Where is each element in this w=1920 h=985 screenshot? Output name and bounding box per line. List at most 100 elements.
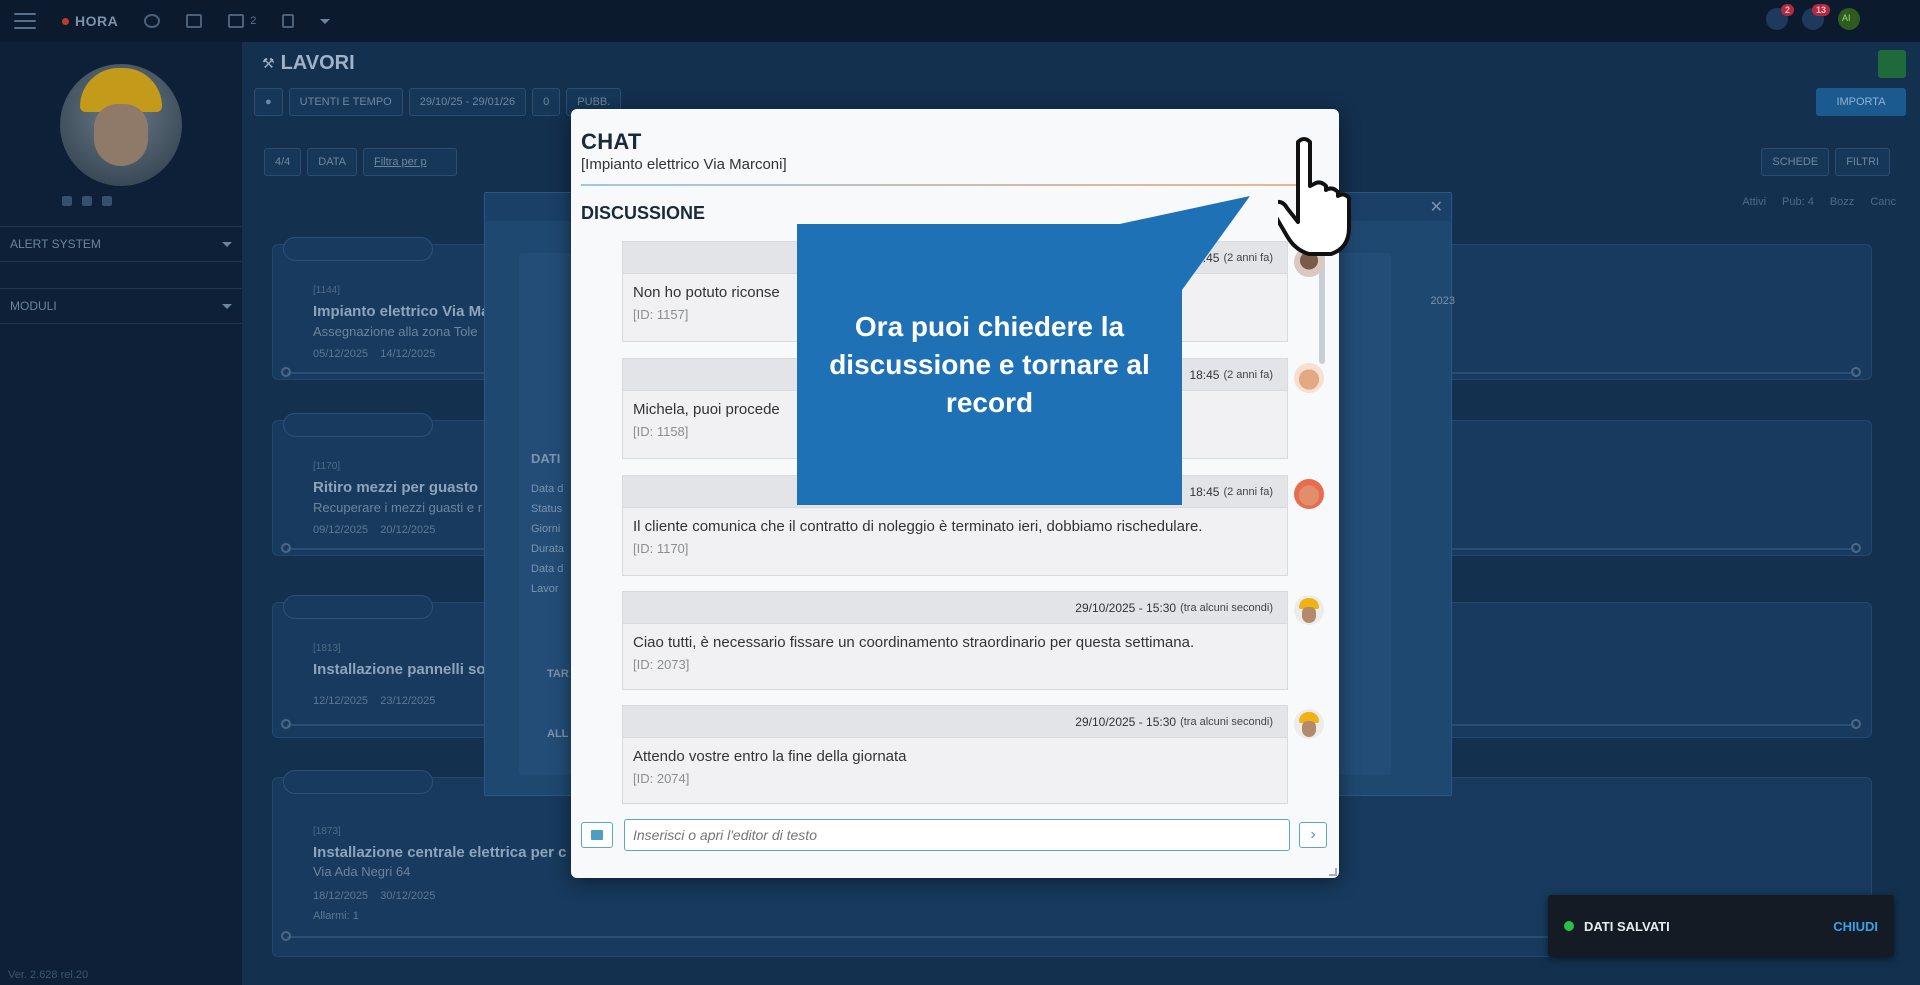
card-action-icons[interactable] bbox=[283, 595, 433, 619]
toast-message: DATI SALVATI bbox=[1584, 918, 1670, 934]
job-dates: 09/12/2025 20/12/2025 bbox=[313, 524, 435, 536]
notification-button[interactable]: 2 bbox=[1766, 4, 1794, 30]
archive-button[interactable]: 2 bbox=[228, 14, 256, 28]
chat-input[interactable] bbox=[624, 819, 1290, 851]
page-title: ⚒ LAVORI bbox=[262, 52, 355, 75]
status-filter-deleted[interactable]: Canc bbox=[1870, 196, 1896, 208]
job-subtitle: Assegnazione alla zona Tole bbox=[313, 324, 478, 339]
status-filter-draft[interactable]: Bozz bbox=[1830, 196, 1854, 208]
job-dates: 12/12/2025 23/12/2025 bbox=[313, 695, 435, 707]
cards-view-button[interactable]: SCHEDE bbox=[1761, 148, 1830, 176]
field-label: Data d bbox=[531, 563, 564, 575]
count-button[interactable]: 0 bbox=[532, 88, 561, 116]
ai-button[interactable]: AI bbox=[1838, 8, 1860, 30]
toolbar: ● UTENTI E TEMPO 29/10/25 - 29/01/26 0 P… bbox=[254, 88, 622, 116]
document-button[interactable] bbox=[282, 14, 295, 28]
card-action-icons[interactable] bbox=[283, 413, 433, 437]
field-label: Giorni bbox=[531, 523, 561, 535]
chat-message: 29/10/2025 - 15:30 (tra alcuni secondi) C… bbox=[622, 591, 1288, 690]
status-filter-strip: Attivi Pub: 4 Bozz Canc bbox=[1742, 196, 1896, 208]
message-id: [ID: 2073] bbox=[633, 657, 690, 672]
status-filter-pub[interactable]: Pub: 4 bbox=[1782, 196, 1814, 208]
messages-button[interactable]: 13 bbox=[1802, 4, 1830, 30]
job-title: Installazione centrale elettrica per c bbox=[313, 844, 567, 861]
settings-icon[interactable] bbox=[102, 196, 112, 206]
briefcase-icon bbox=[186, 14, 203, 28]
job-subtitle: Recuperare i mezzi guasti e r bbox=[313, 500, 483, 515]
face-shape bbox=[1302, 607, 1316, 623]
archive-count: 2 bbox=[250, 15, 257, 27]
success-dot-icon bbox=[1564, 921, 1574, 931]
card-action-icons[interactable] bbox=[283, 770, 433, 794]
sort-date-button[interactable]: DATA bbox=[307, 148, 358, 176]
home-icon[interactable] bbox=[62, 196, 72, 206]
tutorial-callout: Ora puoi chiedere la discussione e torna… bbox=[797, 224, 1182, 505]
add-button[interactable] bbox=[1878, 50, 1906, 78]
import-button[interactable]: IMPORTA bbox=[1816, 88, 1906, 116]
timeline-start-marker bbox=[281, 931, 291, 941]
chat-composer: › bbox=[581, 819, 1327, 851]
status-filter-active[interactable]: Attivi bbox=[1742, 196, 1766, 208]
user-icon[interactable] bbox=[82, 196, 92, 206]
timeline-end-marker bbox=[1851, 719, 1861, 729]
page-count-button[interactable]: 4/4 bbox=[264, 148, 302, 176]
timeline-start-marker bbox=[281, 367, 291, 377]
timeline-end-marker bbox=[1851, 367, 1861, 377]
timeline-start-marker bbox=[281, 543, 291, 553]
chat-record-name: [Impianto elettrico Via Marconi] bbox=[581, 156, 787, 173]
group-button[interactable]: ● bbox=[254, 88, 283, 116]
sender-avatar bbox=[1294, 363, 1324, 393]
chat-header: CHAT [Impianto elettrico Via Marconi] bbox=[581, 129, 1325, 173]
sidebar: ALERT SYSTEM MODULI Ver. 2.628 rel.20 bbox=[0, 42, 242, 985]
message-time: 29/10/2025 - 15:30 bbox=[1075, 714, 1177, 729]
atom-button[interactable] bbox=[144, 14, 161, 28]
job-code: [1873] bbox=[313, 826, 341, 837]
start-date: 05/12/2025 bbox=[313, 348, 369, 360]
message-time: 18:45 bbox=[1189, 484, 1220, 499]
close-icon[interactable]: ✕ bbox=[1430, 197, 1443, 217]
filters-button[interactable]: FILTRI bbox=[1835, 148, 1890, 176]
page-title-text: LAVORI bbox=[280, 52, 355, 74]
date-range-button[interactable]: 29/10/25 - 29/01/26 bbox=[408, 88, 527, 116]
sidebar-section-label: ALERT SYSTEM bbox=[10, 237, 101, 251]
menu-button[interactable] bbox=[14, 13, 36, 29]
sidebar-section-alert[interactable]: ALERT SYSTEM bbox=[0, 226, 242, 262]
job-title: Installazione pannelli sol bbox=[313, 661, 490, 678]
hamburger-icon bbox=[14, 13, 36, 29]
message-meta: 29/10/2025 - 15:30 (tra alcuni secondi) bbox=[623, 706, 1287, 738]
tool-icon: ⚒ bbox=[262, 55, 275, 71]
message-relative-time: (2 anni fa) bbox=[1223, 485, 1273, 498]
resize-handle[interactable] bbox=[1329, 868, 1337, 876]
messages-count: 13 bbox=[1811, 4, 1830, 16]
users-time-button[interactable]: UTENTI E TEMPO bbox=[288, 88, 403, 116]
message-text: Il cliente comunica che il contratto di … bbox=[633, 518, 1203, 535]
section-label: TAR bbox=[547, 668, 569, 680]
top-bar: HORA 2 2 13 AI bbox=[0, 0, 1920, 42]
field-label: Status bbox=[531, 503, 563, 515]
user-avatar[interactable] bbox=[60, 64, 182, 186]
expand-button[interactable] bbox=[320, 18, 331, 24]
alarm-count: Allarmi: 1 bbox=[313, 910, 359, 922]
toast-close-button[interactable]: CHIUDI bbox=[1833, 919, 1878, 934]
job-title: Ritiro mezzi per guasto bbox=[313, 479, 479, 496]
archive-icon bbox=[228, 14, 245, 28]
discussion-title: DISCUSSIONE bbox=[581, 203, 706, 223]
editor-button[interactable] bbox=[581, 822, 613, 848]
sidebar-section-label: MODULI bbox=[10, 299, 57, 313]
briefcase-button[interactable] bbox=[186, 14, 203, 28]
ai-label: AI bbox=[1842, 13, 1851, 23]
send-button[interactable]: › bbox=[1299, 822, 1327, 848]
sender-avatar bbox=[1294, 709, 1324, 739]
saved-toast: DATI SALVATI CHIUDI bbox=[1548, 895, 1894, 957]
brand[interactable]: HORA bbox=[62, 13, 118, 29]
card-action-icons[interactable] bbox=[283, 237, 433, 261]
notification-count: 2 bbox=[1780, 4, 1794, 16]
end-date: 20/12/2025 bbox=[380, 524, 436, 536]
filter-input[interactable]: Filtra per p bbox=[363, 148, 458, 176]
chevron-down-icon bbox=[320, 18, 331, 24]
start-date: 18/12/2025 bbox=[313, 890, 369, 902]
sidebar-section-modules[interactable]: MODULI bbox=[0, 288, 242, 324]
field-label: Durata bbox=[531, 543, 565, 555]
message-id: [ID: 2074] bbox=[633, 771, 690, 786]
header-divider bbox=[581, 184, 1325, 186]
